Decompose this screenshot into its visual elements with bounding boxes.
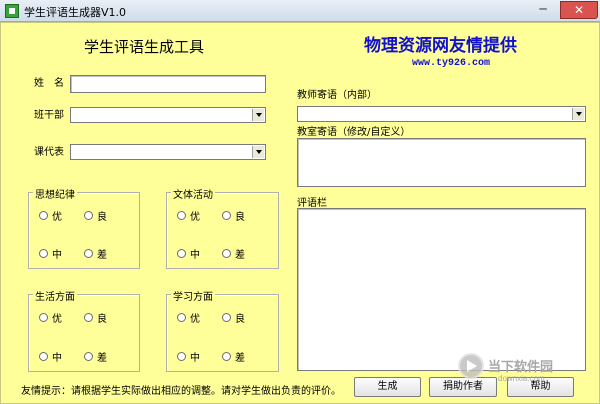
thought-group: 思想纪律 优 良 中 差 <box>28 186 140 269</box>
study-radio-good[interactable]: 良 <box>222 310 245 325</box>
life-radio-good[interactable]: 良 <box>84 310 107 325</box>
thought-group-title: 思想纪律 <box>33 186 77 201</box>
life-radio-poor[interactable]: 差 <box>84 349 107 364</box>
thought-radio-good[interactable]: 良 <box>84 208 107 223</box>
culture-radio-poor[interactable]: 差 <box>222 246 245 261</box>
classroom-message-input[interactable] <box>297 138 586 187</box>
thought-radio-average[interactable]: 中 <box>39 246 62 261</box>
teacher-message-label: 教师寄语（内部） <box>297 90 377 101</box>
brand-title: 物理资源网友情提供 <box>364 36 517 56</box>
chevron-down-icon <box>252 109 264 121</box>
generate-button[interactable]: 生成 <box>354 377 421 397</box>
classroom-message-label: 教室寄语（修改/自定义） <box>297 127 411 138</box>
study-group: 学习方面 优 良 中 差 <box>166 288 279 372</box>
teacher-message-select[interactable] <box>297 106 586 122</box>
study-group-title: 学习方面 <box>171 288 215 303</box>
name-label: 姓 名 <box>34 78 64 89</box>
course-select[interactable] <box>70 144 266 160</box>
chevron-down-icon <box>252 146 264 158</box>
window-title: 学生评语生成器V1.0 <box>24 6 127 19</box>
app-icon <box>5 4 19 18</box>
thought-radio-excellent[interactable]: 优 <box>39 208 62 223</box>
comment-textarea[interactable] <box>297 208 586 371</box>
study-radio-poor[interactable]: 差 <box>222 349 245 364</box>
culture-radio-good[interactable]: 良 <box>222 208 245 223</box>
culture-radio-excellent[interactable]: 优 <box>177 208 200 223</box>
life-radio-average[interactable]: 中 <box>39 349 62 364</box>
brand-url: www.ty926.com <box>412 58 491 69</box>
close-button[interactable]: ✕ <box>560 1 598 19</box>
main-panel: 学生评语生成工具 物理资源网友情提供 www.ty926.com 姓 名 班干部… <box>0 22 600 404</box>
chevron-down-icon <box>572 108 584 120</box>
donate-button[interactable]: 捐助作者 <box>429 377 497 397</box>
watermark-url: downxia.com <box>498 374 545 383</box>
name-input[interactable] <box>70 75 266 93</box>
life-group-title: 生活方面 <box>33 288 77 303</box>
culture-group: 文体活动 优 良 中 差 <box>166 186 279 269</box>
title-bar: 学生评语生成器V1.0 ─ ✕ <box>0 0 600 22</box>
watermark-text: 当下软件园 <box>488 360 554 375</box>
tip-text: 友情提示：请根据学生实际做出相应的调整。请对学生做出负责的评价。 <box>21 386 341 397</box>
culture-radio-average[interactable]: 中 <box>177 246 200 261</box>
life-group: 生活方面 优 良 中 差 <box>28 288 140 372</box>
course-label: 课代表 <box>34 147 64 158</box>
study-radio-excellent[interactable]: 优 <box>177 310 200 325</box>
cadre-label: 班干部 <box>34 110 64 121</box>
cadre-select[interactable] <box>70 107 266 123</box>
thought-radio-poor[interactable]: 差 <box>84 246 107 261</box>
comment-label: 评语栏 <box>297 198 327 209</box>
culture-group-title: 文体活动 <box>171 186 215 201</box>
life-radio-excellent[interactable]: 优 <box>39 310 62 325</box>
minimize-button[interactable]: ─ <box>523 1 563 19</box>
page-title: 学生评语生成工具 <box>84 38 205 56</box>
study-radio-average[interactable]: 中 <box>177 349 200 364</box>
watermark-play-icon <box>458 353 484 379</box>
